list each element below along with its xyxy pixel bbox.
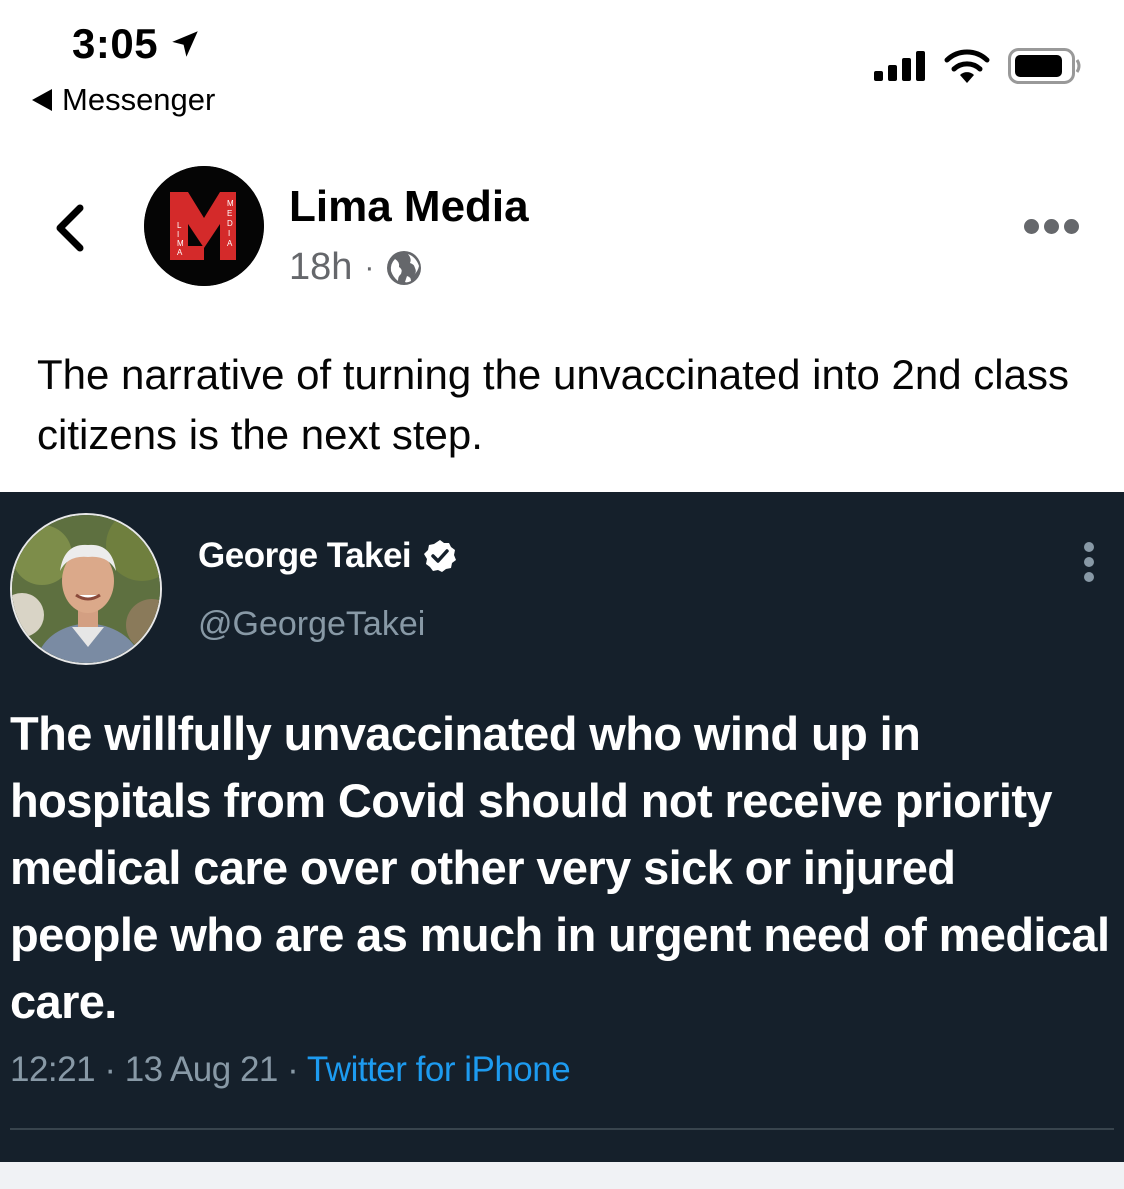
tweet-author-avatar: [10, 513, 162, 665]
tweet-date: 13 Aug 21: [124, 1050, 279, 1089]
svg-text:D: D: [227, 219, 233, 228]
status-icons: [874, 48, 1082, 84]
wifi-icon: [944, 49, 990, 83]
tweet-footer: 12:21 · 13 Aug 21 · Twitter for iPhone: [10, 1050, 571, 1090]
svg-text:I: I: [228, 229, 230, 238]
cellular-signal-icon: [874, 51, 925, 81]
tweet-author-name-text: George Takei: [198, 536, 412, 575]
svg-text:A: A: [227, 239, 233, 248]
tweet-text: The willfully unvaccinated who wind up i…: [10, 707, 1110, 1028]
tweet-source: Twitter for iPhone: [306, 1050, 571, 1089]
battery-icon: [1008, 48, 1081, 84]
svg-text:A: A: [177, 248, 183, 257]
back-to-app-label: Messenger: [62, 82, 216, 117]
tweet-divider: [10, 1128, 1114, 1130]
globe-icon: [387, 250, 422, 285]
status-time: 3:05: [72, 20, 202, 68]
location-arrow-icon: [172, 31, 198, 57]
tweet-time: 12:21: [10, 1050, 96, 1089]
verified-badge-icon: [424, 540, 457, 572]
svg-text:M: M: [227, 199, 234, 208]
svg-text:I: I: [177, 230, 179, 239]
post-text: The narrative of turning the unvaccinate…: [37, 351, 1069, 458]
more-dot-icon: [1064, 218, 1079, 234]
tweet-more-icon: [1084, 542, 1098, 582]
back-to-messenger-button[interactable]: Messenger: [32, 82, 215, 118]
status-time-text: 3:05: [72, 20, 159, 67]
svg-text:L: L: [177, 221, 182, 230]
post-author-name[interactable]: Lima Media: [289, 182, 529, 232]
bottom-separator: [0, 1162, 1124, 1189]
more-dot-icon: [1024, 218, 1039, 234]
tweet-sep-2: ·: [287, 1050, 299, 1089]
meta-separator: ·: [364, 250, 375, 284]
tweet-author-handle: @GeorgeTakei: [198, 605, 426, 643]
back-triangle-icon: [32, 89, 52, 111]
tweet-author-name: George Takei: [198, 536, 457, 576]
facebook-post-screen: 3:05 Messenger L I M A M E D I A Lima Me…: [0, 0, 1124, 1189]
post-options-button[interactable]: [1024, 214, 1084, 238]
lima-media-logo: L I M A M E D I A: [144, 166, 264, 286]
post-time[interactable]: 18h: [289, 246, 352, 289]
tweet-screenshot-image[interactable]: George Takei @GeorgeTakei The willfully …: [0, 492, 1124, 1162]
page-avatar[interactable]: L I M A M E D I A: [144, 166, 264, 286]
svg-text:E: E: [227, 209, 232, 218]
more-dot-icon: [1044, 218, 1059, 234]
back-chevron-icon[interactable]: [48, 198, 92, 258]
tweet-sep-1: ·: [104, 1050, 116, 1089]
svg-text:M: M: [177, 239, 184, 248]
post-meta: 18h ·: [289, 246, 422, 289]
